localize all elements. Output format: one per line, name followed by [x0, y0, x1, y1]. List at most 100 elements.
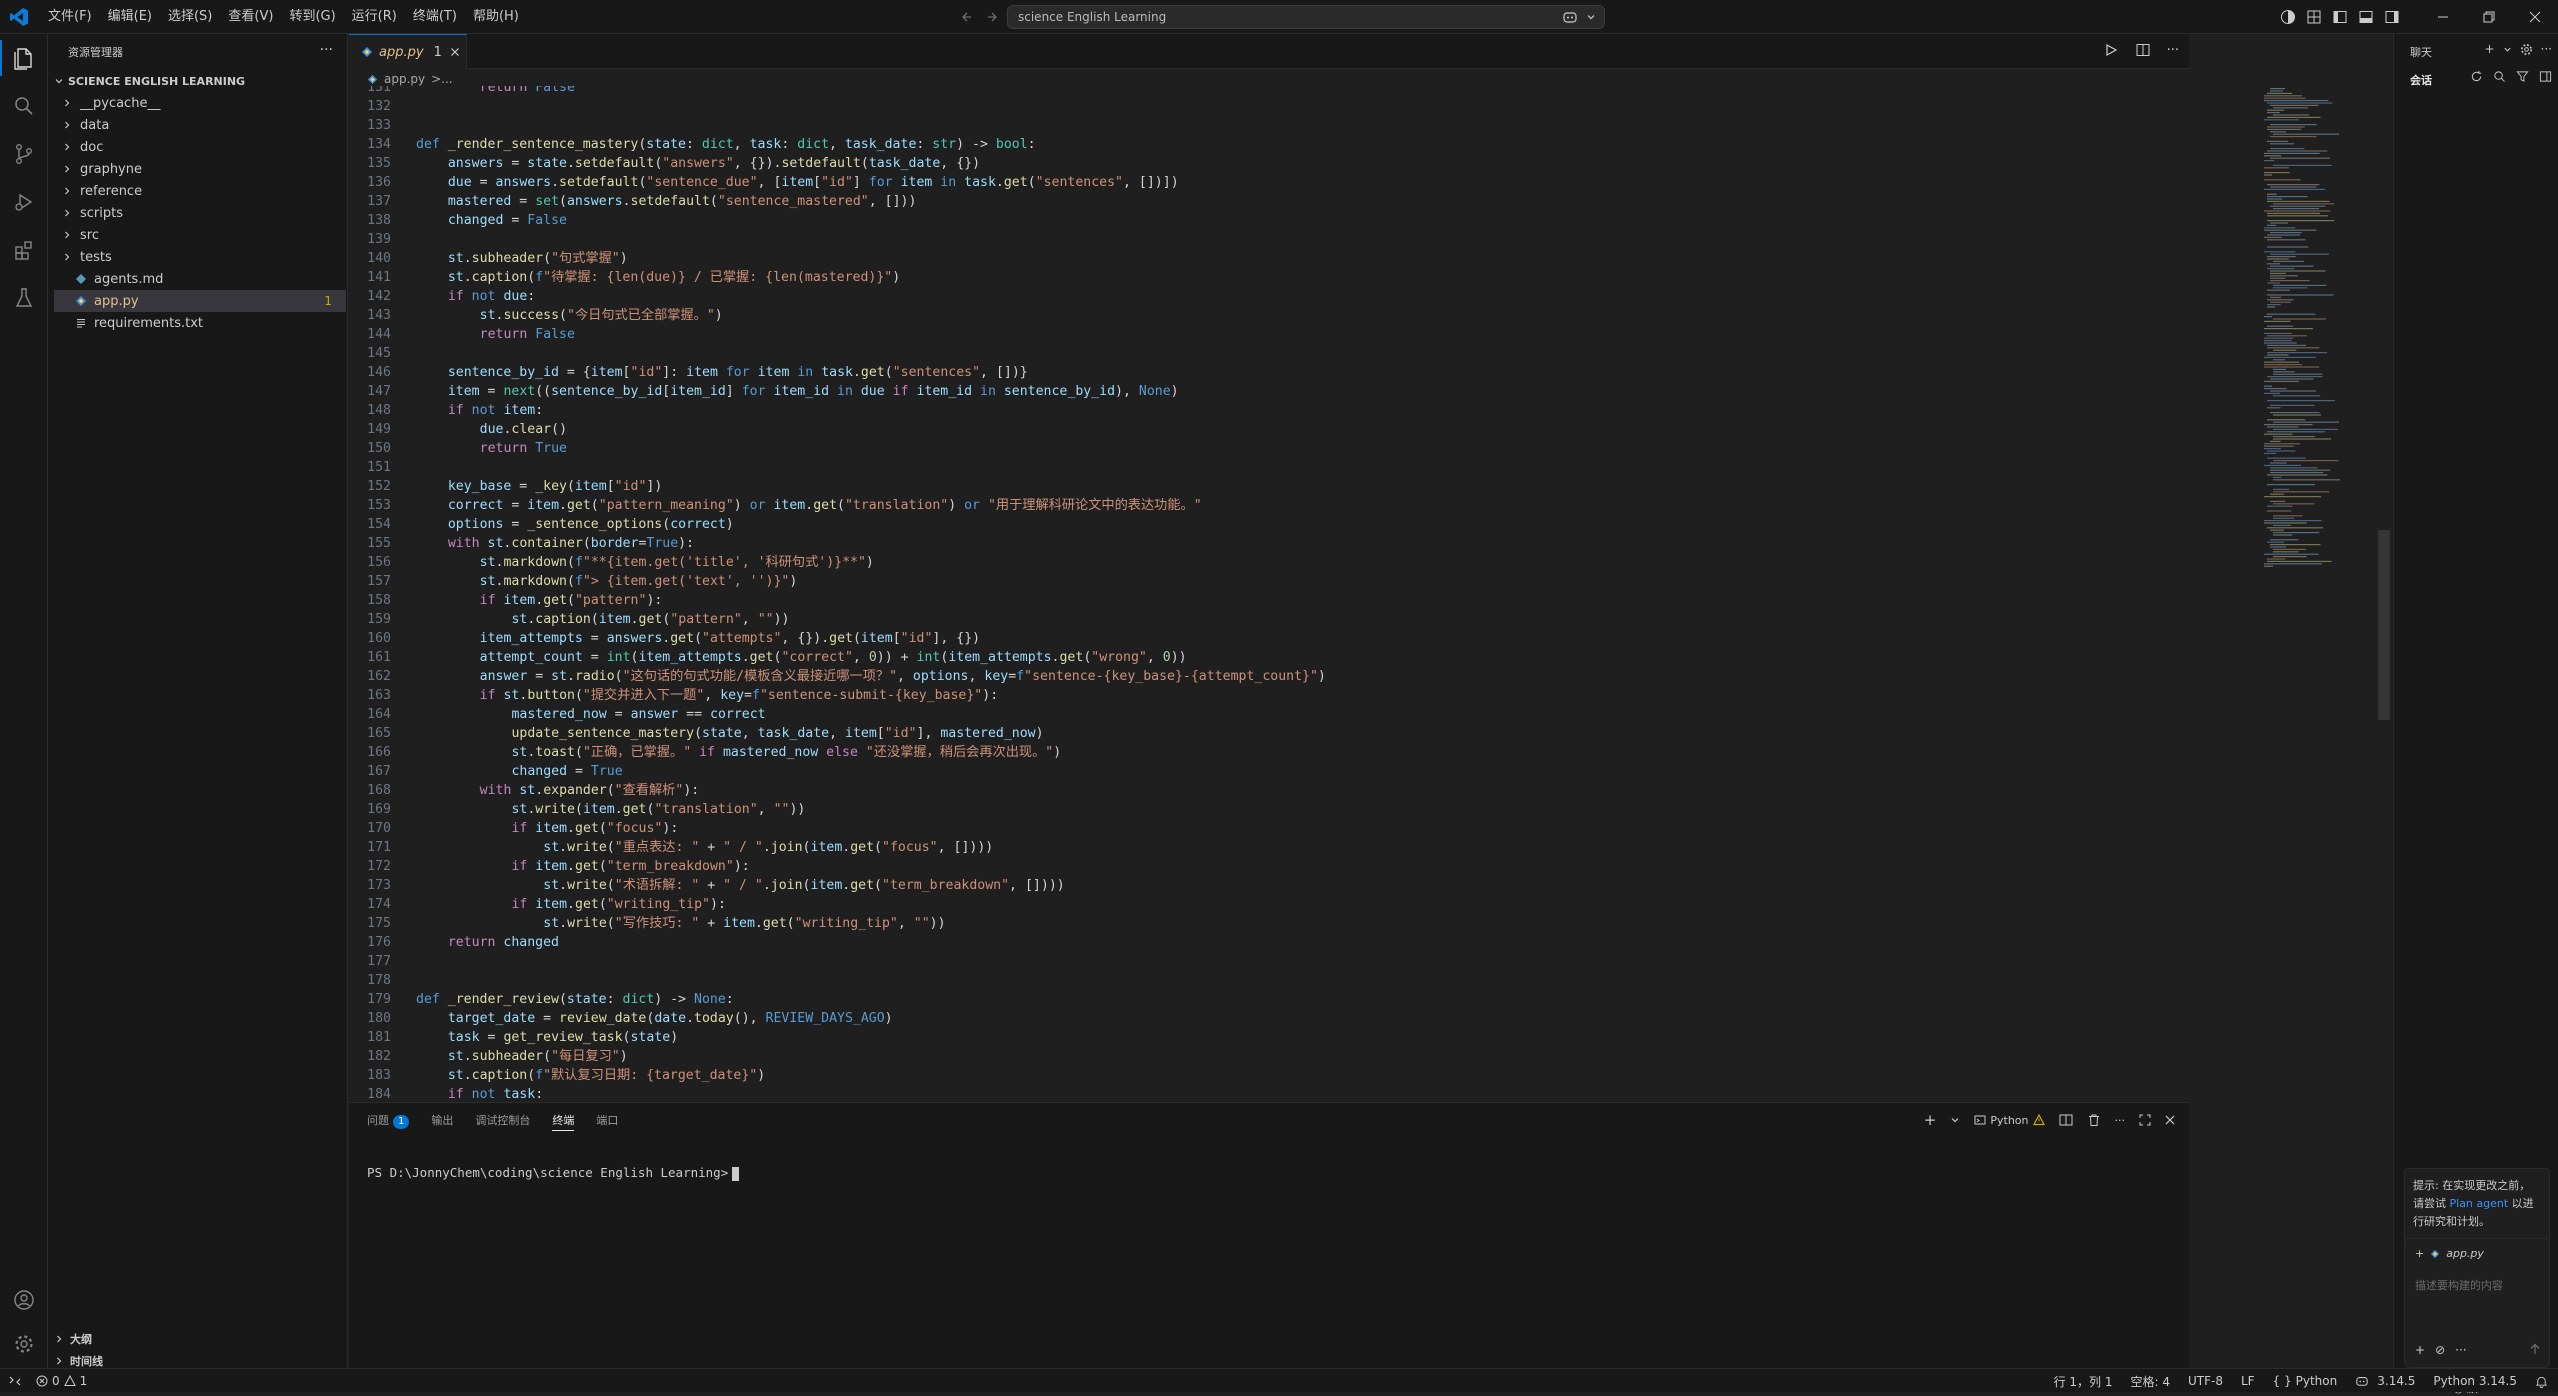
code-line[interactable]: 172 if item.get("term_breakdown"):	[349, 857, 2249, 876]
close-tab-icon[interactable]	[450, 47, 460, 57]
gear-icon[interactable]	[2520, 42, 2533, 56]
close-panel-icon[interactable]	[2165, 1115, 2175, 1125]
tab-problems[interactable]: 问题 1	[367, 1111, 410, 1131]
code-line[interactable]: 136 due = answers.setdefault("sentence_d…	[349, 173, 2249, 192]
code-line[interactable]: 137 mastered = set(answers.setdefault("s…	[349, 192, 2249, 211]
split-editor-icon[interactable]	[2135, 42, 2151, 58]
code-line[interactable]: 159 st.caption(item.get("pattern", ""))	[349, 610, 2249, 629]
plan-agent-link[interactable]: Plan agent	[2450, 1197, 2509, 1210]
tab-ports[interactable]: 端口	[596, 1111, 618, 1131]
menu-item[interactable]: 运行(R)	[344, 4, 405, 30]
end-of-line[interactable]: LF	[2241, 1374, 2255, 1388]
workspace-root[interactable]: SCIENCE ENGLISH LEARNING	[54, 71, 245, 91]
terminal-profile[interactable]: Python	[1974, 1114, 2045, 1127]
more-actions-icon[interactable]: ···	[320, 42, 333, 58]
code-line[interactable]: 182 st.subheader("每日复习")	[349, 1047, 2249, 1066]
run-debug-icon[interactable]	[0, 178, 48, 226]
menu-item[interactable]: 文件(F)	[40, 4, 100, 30]
code-line[interactable]: 150 return True	[349, 439, 2249, 458]
copilot-status[interactable]: 3.14.5	[2355, 1374, 2415, 1388]
code-line[interactable]: 165 update_sentence_mastery(state, task_…	[349, 724, 2249, 743]
menu-item[interactable]: 转到(G)	[281, 4, 343, 30]
more-actions-icon[interactable]: ···	[2167, 42, 2179, 58]
tree-file[interactable]: agents.md	[54, 268, 346, 290]
editor-scrollbar[interactable]	[2378, 530, 2390, 720]
toggle-panel-icon[interactable]	[2358, 9, 2374, 25]
code-line[interactable]: 166 st.toast("正确，已掌握。" if mastered_now e…	[349, 743, 2249, 762]
command-center-search[interactable]: science English Learning	[1007, 5, 1605, 29]
explorer-icon[interactable]	[0, 34, 48, 82]
code-line[interactable]: 153 correct = item.get("pattern_meaning"…	[349, 496, 2249, 515]
accounts-icon[interactable]	[2280, 9, 2296, 25]
kill-terminal-icon[interactable]	[2087, 1113, 2101, 1127]
code-line[interactable]: 175 st.write("写作技巧: " + item.get("writin…	[349, 914, 2249, 933]
code-line[interactable]: 176 return changed	[349, 933, 2249, 952]
more-actions-icon[interactable]: ···	[2541, 42, 2552, 56]
copilot-icon[interactable]	[1562, 10, 1578, 24]
tree-folder[interactable]: doc	[54, 136, 346, 158]
code-line[interactable]: 132	[349, 97, 2249, 116]
restore-icon[interactable]	[2466, 0, 2512, 34]
code-line[interactable]: 162 answer = st.radio("这句话的句式功能/模板含义最接近哪…	[349, 667, 2249, 686]
chat-context[interactable]: + app.py	[2415, 1247, 2484, 1260]
outline-section[interactable]: 大纲	[54, 1328, 92, 1350]
encoding[interactable]: UTF-8	[2188, 1374, 2223, 1388]
account-icon[interactable]	[0, 1276, 48, 1324]
code-line[interactable]: 142 if not due:	[349, 287, 2249, 306]
code-line[interactable]: 163 if st.button("提交并进入下一题", key=f"sente…	[349, 686, 2249, 705]
problems-status[interactable]: 0 1	[36, 1374, 87, 1388]
language-mode[interactable]: { } Python	[2273, 1374, 2338, 1388]
code-line[interactable]: 177	[349, 952, 2249, 971]
tree-folder[interactable]: data	[54, 114, 346, 136]
code-line[interactable]: 179 def _render_review(state: dict) -> No…	[349, 990, 2249, 1009]
menu-item[interactable]: 选择(S)	[160, 4, 220, 30]
toggle-secondary-sidebar-icon[interactable]	[2384, 9, 2400, 25]
chevron-down-icon[interactable]	[1586, 12, 1596, 22]
settings-gear-icon[interactable]	[0, 1320, 48, 1368]
tree-folder[interactable]: src	[54, 224, 346, 246]
tree-folder[interactable]: scripts	[54, 202, 346, 224]
code-line[interactable]: 181 task = get_review_task(state)	[349, 1028, 2249, 1047]
code-line[interactable]: 135 answers = state.setdefault("answers"…	[349, 154, 2249, 173]
filter-icon[interactable]	[2516, 70, 2529, 83]
code-line[interactable]: 145	[349, 344, 2249, 363]
code-line[interactable]: 144 return False	[349, 325, 2249, 344]
tab-debug-console[interactable]: 调试控制台	[475, 1111, 530, 1131]
tree-folder[interactable]: graphyne	[54, 158, 346, 180]
code-line[interactable]: 171 st.write("重点表达: " + " / ".join(item.…	[349, 838, 2249, 857]
code-line[interactable]: 131 return False	[349, 86, 2249, 97]
code-line[interactable]: 138 changed = False	[349, 211, 2249, 230]
python-interpreter[interactable]: Python 3.14.5	[2433, 1374, 2517, 1388]
testing-icon[interactable]	[0, 274, 48, 322]
code-line[interactable]: 160 item_attempts = answers.get("attempt…	[349, 629, 2249, 648]
arrow-right-icon[interactable]	[982, 7, 1004, 27]
extensions-icon[interactable]	[0, 226, 48, 274]
menu-item[interactable]: 编辑(E)	[100, 4, 160, 30]
split-terminal-icon[interactable]	[2059, 1113, 2073, 1127]
cursor-position[interactable]: 行 1，列 1	[2054, 1373, 2113, 1390]
code-line[interactable]: 140 st.subheader("句式掌握")	[349, 249, 2249, 268]
code-line[interactable]: 147 item = next((sentence_by_id[item_id]…	[349, 382, 2249, 401]
chevron-down-icon[interactable]	[1950, 1115, 1960, 1125]
tree-folder[interactable]: reference	[54, 180, 346, 202]
code-line[interactable]: 167 changed = True	[349, 762, 2249, 781]
code-line[interactable]: 155 with st.container(border=True):	[349, 534, 2249, 553]
code-line[interactable]: 173 st.write("术语拆解: " + " / ".join(item.…	[349, 876, 2249, 895]
customize-layout-icon[interactable]	[2306, 9, 2322, 25]
search-icon[interactable]	[0, 82, 48, 130]
close-icon[interactable]	[2512, 0, 2558, 34]
bell-icon[interactable]	[2535, 1375, 2548, 1388]
menu-item[interactable]: 帮助(H)	[465, 4, 527, 30]
code-line[interactable]: 156 st.markdown(f"**{item.get('title', '…	[349, 553, 2249, 572]
new-chat-icon[interactable]: +	[2484, 42, 2494, 56]
remote-icon[interactable]	[8, 1374, 22, 1388]
add-context-icon[interactable]: +	[2415, 1247, 2424, 1260]
tab-app-py[interactable]: app.py 1	[349, 34, 467, 69]
toggle-primary-sidebar-icon[interactable]	[2332, 9, 2348, 25]
breadcrumb-symbol[interactable]: >...	[431, 72, 453, 86]
toggle-sidebar-icon[interactable]	[2539, 70, 2552, 83]
chevron-down-icon[interactable]	[2503, 42, 2512, 56]
refresh-icon[interactable]	[2470, 70, 2483, 83]
tab-terminal[interactable]: 终端	[552, 1111, 575, 1131]
code-line[interactable]: 154 options = _sentence_options(correct)	[349, 515, 2249, 534]
